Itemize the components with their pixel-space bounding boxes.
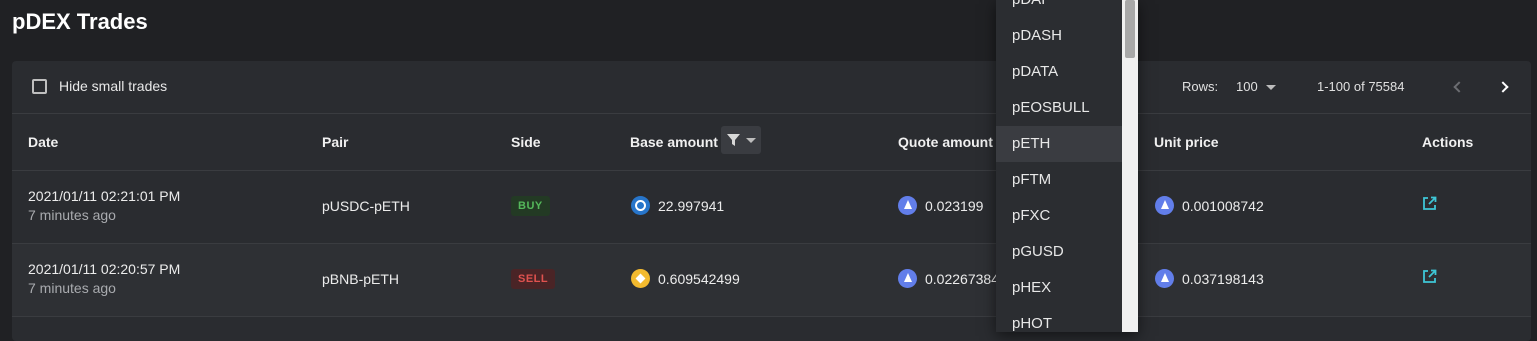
token-option-pdash[interactable]: pDASH — [996, 18, 1122, 54]
rows-per-page-select[interactable]: 100 — [1236, 79, 1276, 94]
trade-date: 2021/01/11 02:21:01 PM — [28, 188, 181, 204]
token-option-pdai[interactable]: pDAI — [996, 0, 1122, 18]
side-badge-buy: BUY — [511, 196, 550, 216]
quote-amount-cell: 0.02267384 — [898, 269, 999, 288]
base-amount-value: 0.609542499 — [658, 270, 740, 287]
quote-amount-cell: 0.023199 — [898, 196, 983, 215]
eth-coin-icon — [898, 269, 917, 288]
token-option-pfxc[interactable]: pFXC — [996, 198, 1122, 234]
previous-page-button[interactable] — [1444, 74, 1470, 100]
side-badge-sell: SELL — [511, 269, 556, 289]
token-option-pftm[interactable]: pFTM — [996, 162, 1122, 198]
trade-pair: pUSDC-pETH — [322, 198, 410, 214]
base-amount-cell: 0.609542499 — [631, 269, 740, 288]
rows-per-page-label: Rows: — [1182, 79, 1219, 94]
trade-date: 2021/01/11 02:20:57 PM — [28, 261, 181, 277]
hide-small-trades-toggle[interactable]: Hide small trades — [32, 78, 167, 94]
next-page-button[interactable] — [1492, 74, 1518, 100]
external-link-icon — [1423, 269, 1437, 283]
trade-time-ago: 7 minutes ago — [28, 280, 116, 296]
filter-icon — [726, 133, 740, 146]
view-trade-link[interactable] — [1422, 196, 1437, 216]
column-header-date[interactable]: Date — [28, 134, 58, 150]
trade-date-cell: 2021/01/11 02:21:01 PM 7 minutes ago — [28, 188, 180, 223]
eth-coin-icon — [1155, 196, 1174, 215]
page-title: pDEX Trades — [12, 9, 148, 34]
token-filter-dropdown[interactable]: pDAI pDASH pDATA pEOSBULL pETH pFTM pFXC… — [996, 0, 1138, 332]
token-option-pdata[interactable]: pDATA — [996, 54, 1122, 90]
trade-pair: pBNB-pETH — [322, 271, 400, 287]
external-link-icon — [1423, 196, 1437, 210]
bnb-coin-icon — [631, 269, 650, 288]
column-header-base-amount[interactable]: Base amount — [630, 134, 718, 150]
chevron-down-icon — [1265, 84, 1276, 90]
token-option-phot[interactable]: pHOT — [996, 306, 1122, 332]
token-option-list: pDAI pDASH pDATA pEOSBULL pETH pFTM pFXC… — [996, 0, 1122, 332]
view-trade-link[interactable] — [1422, 269, 1437, 289]
rows-per-page-value: 100 — [1236, 79, 1258, 94]
base-amount-value: 22.997941 — [658, 197, 725, 214]
token-option-peosbull[interactable]: pEOSBULL — [996, 90, 1122, 126]
unit-price-value: 0.001008742 — [1182, 197, 1264, 214]
trade-time-ago: 7 minutes ago — [28, 207, 116, 223]
token-option-pgusd[interactable]: pGUSD — [996, 234, 1122, 270]
table-toolbar: Hide small trades Rows: 100 1-100 of 755… — [12, 61, 1531, 114]
column-header-pair[interactable]: Pair — [322, 134, 348, 150]
token-option-phex[interactable]: pHEX — [996, 270, 1122, 306]
usdc-coin-icon — [631, 196, 650, 215]
column-header-actions: Actions — [1422, 134, 1474, 150]
table-row: 2021/01/11 02:20:57 PM 7 minutes ago pBN… — [12, 244, 1531, 317]
dropdown-scrollbar-thumb[interactable] — [1125, 0, 1135, 58]
base-amount-cell: 22.997941 — [631, 196, 724, 215]
pagination-range: 1-100 of 75584 — [1317, 79, 1405, 94]
token-option-peth[interactable]: pETH — [996, 126, 1122, 162]
base-amount-filter-button[interactable] — [721, 126, 761, 154]
trade-date-cell: 2021/01/11 02:20:57 PM 7 minutes ago — [28, 261, 180, 296]
chevron-right-icon — [1497, 81, 1509, 93]
quote-amount-value: 0.023199 — [925, 197, 984, 214]
quote-amount-value: 0.02267384 — [925, 270, 999, 287]
chevron-down-icon — [745, 138, 756, 143]
trades-table-card: Hide small trades Rows: 100 1-100 of 755… — [12, 61, 1531, 341]
hide-small-trades-label: Hide small trades — [59, 78, 168, 94]
eth-coin-icon — [898, 196, 917, 215]
column-header-side[interactable]: Side — [511, 134, 541, 150]
column-header-unit-price[interactable]: Unit price — [1154, 134, 1219, 150]
unit-price-cell: 0.037198143 — [1155, 269, 1264, 288]
dropdown-scrollbar[interactable] — [1122, 0, 1138, 332]
column-header-quote-amount[interactable]: Quote amount — [898, 134, 993, 150]
table-row: 2021/01/11 02:21:01 PM 7 minutes ago pUS… — [12, 171, 1531, 244]
chevron-left-icon — [1453, 81, 1465, 93]
unit-price-value: 0.037198143 — [1182, 270, 1264, 287]
hide-small-trades-checkbox[interactable] — [32, 78, 47, 94]
table-header-row: Date Pair Side Base amount Quote amount … — [12, 114, 1531, 171]
unit-price-cell: 0.001008742 — [1155, 196, 1264, 215]
eth-coin-icon — [1155, 269, 1174, 288]
